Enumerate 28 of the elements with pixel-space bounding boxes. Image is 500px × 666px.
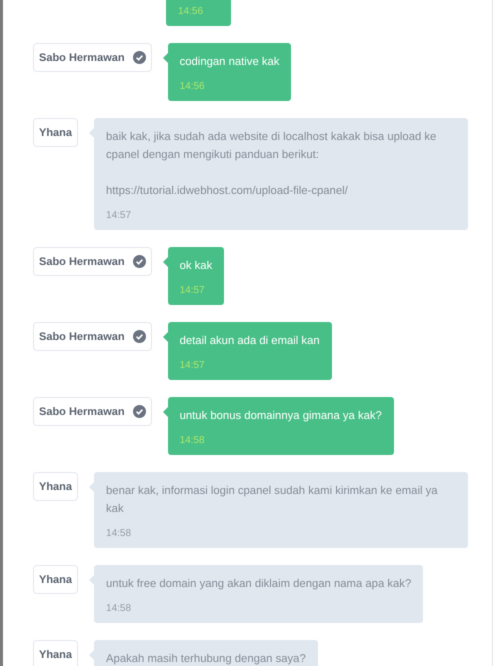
verified-check-icon	[132, 405, 146, 418]
message-time: 14:57	[106, 210, 132, 222]
sender-name: Sabo Hermawan	[39, 406, 125, 418]
sender-name: Sabo Hermawan	[39, 330, 125, 342]
message-time: 14:57	[180, 285, 205, 297]
verified-check-icon	[132, 330, 146, 343]
sender-name: Sabo Hermawan	[39, 256, 125, 268]
message-text: detail akun ada di email kan	[180, 334, 320, 349]
sender-label: Yhana	[33, 118, 78, 147]
message-time: 14:58	[106, 528, 132, 540]
sender-label: Yhana	[33, 640, 78, 666]
message-text: untuk bonus domainnya gimana ya kak?	[180, 409, 382, 424]
sender-label: Yhana	[33, 472, 78, 501]
message-time: 14:58	[180, 435, 205, 447]
message-time: 14:57	[180, 360, 205, 372]
verified-check-icon	[132, 255, 146, 268]
message-text: Apakah masih terhubung dengan saya?	[106, 652, 306, 666]
message-time: 14:56	[178, 6, 204, 18]
message-text: untuk free domain yang akan diklaim dengan nama apa kak?	[106, 577, 412, 592]
message-time: 14:58	[106, 603, 132, 615]
message-text: baik kak, jika sudah ada website di localhost kakak bisa upload ke cpanel dengan mengikuti panduan berikut: https://tutorial.idwebhost.com/upload-file-cpanel/	[106, 130, 438, 199]
message-time: 14:56	[180, 81, 205, 93]
message-text: benar kak, informasi login cpanel sudah kami kirimkan ke email ya kak	[106, 484, 439, 517]
verified-check-icon	[132, 51, 146, 64]
message-text: codingan native kak	[180, 55, 280, 70]
sender-label: Yhana	[33, 565, 78, 594]
sender-name: Sabo Hermawan	[39, 52, 125, 64]
message-text: ok kak	[180, 259, 212, 274]
